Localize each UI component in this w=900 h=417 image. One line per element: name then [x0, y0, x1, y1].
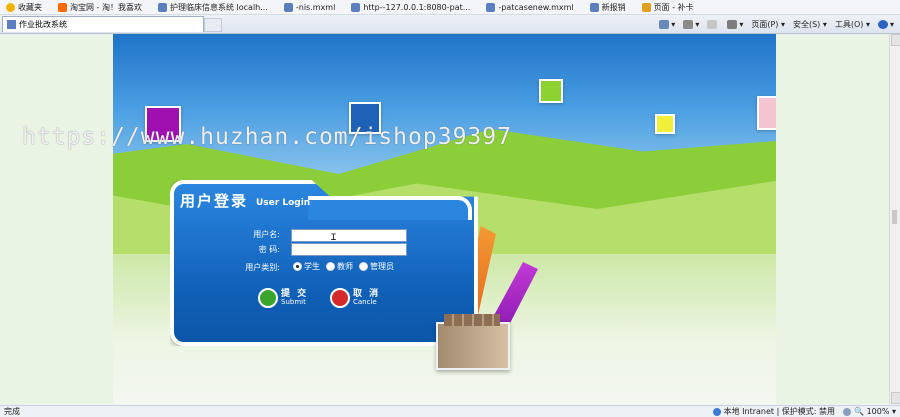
decor-square [539, 79, 563, 103]
submit-icon [258, 288, 278, 308]
login-title: 用户登录 [180, 192, 249, 210]
decor-square [757, 96, 776, 130]
scroll-down-button[interactable] [891, 392, 900, 404]
print-icon [727, 19, 738, 29]
page-icon [283, 2, 293, 12]
password-input[interactable] [291, 243, 407, 256]
username-label: 用户名: [253, 230, 280, 239]
radio-button[interactable] [359, 262, 368, 271]
help-button[interactable]: ▾ [877, 19, 894, 29]
file-box-illustration [436, 314, 510, 370]
scroll-thumb[interactable] [892, 210, 897, 224]
favorite-link-reimburse[interactable]: 新报销 [584, 2, 626, 13]
favorite-link-nursing[interactable]: 护理临床信息系统 localh... [152, 2, 268, 13]
username-input[interactable] [291, 229, 407, 242]
status-text: 完成 [4, 407, 20, 416]
page-icon [589, 2, 599, 12]
feeds-button[interactable]: ▾ [683, 19, 699, 29]
tools-menu[interactable]: 工具(O) ▾ [835, 19, 870, 30]
zoom-control[interactable]: 🔍 100% ▾ [854, 407, 896, 416]
tab-homework-system[interactable]: 作业批改系统 [2, 16, 204, 32]
favorite-link-nis[interactable]: -nis.mxml [278, 2, 335, 12]
favorite-link-localhost[interactable]: http--127.0.0.1:8080-pat... [345, 2, 470, 12]
page-icon [641, 2, 651, 12]
login-panel-flap [308, 196, 472, 220]
page-icon [7, 20, 16, 29]
star-icon [6, 2, 15, 12]
scroll-up-button[interactable] [891, 34, 900, 46]
login-subtitle: User Login [256, 198, 311, 208]
text-cursor-icon: Ɪ [331, 233, 337, 243]
page-icon [486, 2, 496, 12]
submit-button[interactable]: 提 交 Submit [258, 288, 308, 308]
usertype-radio-group: 学生 教师 管理员 [293, 261, 400, 272]
rss-icon [683, 19, 694, 29]
mail-button[interactable] [707, 19, 719, 29]
watermark-text: https://www.huzhan.com/ishop39397 [22, 124, 512, 150]
decor-square [655, 114, 675, 134]
radio-admin[interactable]: 管理员 [359, 261, 394, 272]
usertype-label: 用户类别: [245, 263, 280, 272]
taobao-icon [58, 2, 67, 12]
home-button[interactable]: ▾ [659, 19, 675, 29]
home-icon [659, 19, 670, 29]
radio-button[interactable] [293, 262, 302, 271]
stop-hand-icon [330, 288, 350, 308]
zone-text: 本地 Intranet | 保护模式: 禁用 [723, 407, 836, 416]
password-label: 密 码: [258, 245, 280, 254]
favorites-bar: 收藏夹 淘宝网 - 淘！我喜欢 护理临床信息系统 localh... -nis.… [0, 0, 900, 15]
vertical-scrollbar[interactable] [889, 34, 900, 404]
print-button[interactable]: ▾ [727, 19, 743, 29]
radio-student[interactable]: 学生 [293, 261, 320, 272]
favorite-link-card[interactable]: 页面 - 补卡 [636, 2, 694, 13]
radio-teacher[interactable]: 教师 [326, 261, 353, 272]
page-menu[interactable]: 页面(P) ▾ [751, 19, 785, 30]
favorite-link-patcase[interactable]: -patcasenew.mxml [480, 2, 574, 12]
new-tab-button[interactable] [204, 18, 222, 32]
command-bar: ▾ ▾ ▾ 页面(P) ▾ 安全(S) ▾ 工具(O) ▾ ▾ [651, 15, 894, 33]
favorites-button[interactable]: 收藏夹 [0, 2, 42, 13]
safety-menu[interactable]: 安全(S) ▾ [793, 19, 827, 30]
page-icon [157, 2, 167, 12]
status-bar: 完成 本地 Intranet | 保护模式: 禁用 🔍 100% ▾ [0, 405, 900, 417]
help-icon [877, 19, 888, 29]
status-right: 本地 Intranet | 保护模式: 禁用 🔍 100% ▾ [710, 406, 896, 417]
cancel-button[interactable]: 取 消 Cancle [330, 288, 380, 308]
page-icon [351, 2, 361, 12]
radio-button[interactable] [326, 262, 335, 271]
intranet-icon [712, 407, 721, 416]
security-icon[interactable] [843, 407, 852, 416]
mail-icon [707, 19, 718, 29]
favorite-link-taobao[interactable]: 淘宝网 - 淘！我喜欢 [52, 2, 142, 13]
